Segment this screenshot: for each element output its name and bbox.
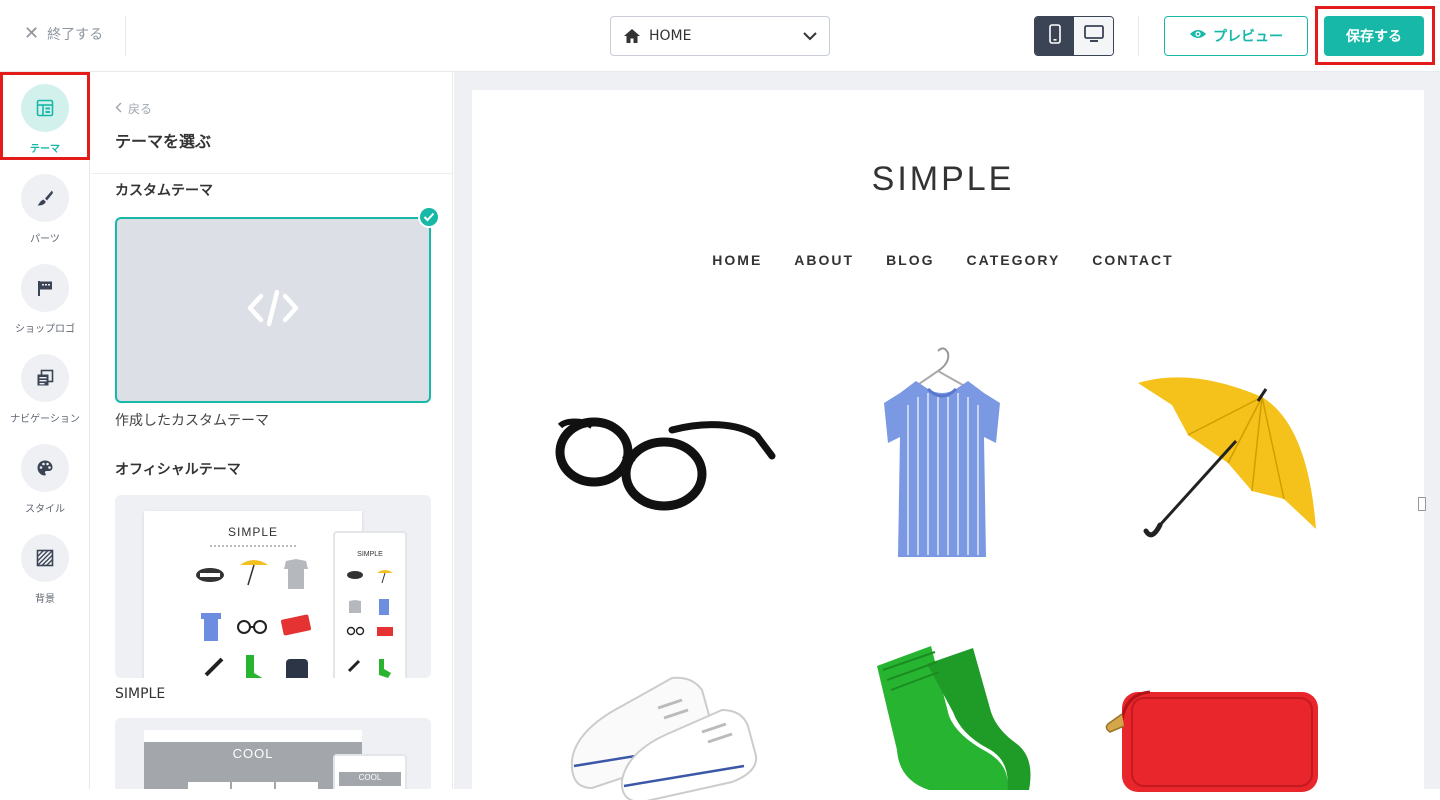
panel-title: テーマを選ぶ (115, 132, 212, 151)
theme-thumbnail-mobile: SIMPLE (333, 531, 407, 678)
save-button[interactable]: 保存する (1324, 16, 1424, 56)
divider (1138, 16, 1139, 56)
mobile-icon (1048, 24, 1061, 48)
product-sneakers[interactable] (562, 670, 772, 800)
thumbnail-title: COOL (358, 773, 382, 782)
theme-card-cool[interactable]: COOL COOL (115, 718, 431, 789)
thumbnail-title: SIMPLE (227, 525, 278, 539)
desktop-view-button[interactable] (1074, 17, 1113, 55)
site-nav-contact[interactable]: CONTACT (1092, 252, 1173, 268)
thumbnail-nav (210, 545, 296, 547)
brush-icon (21, 174, 69, 222)
product-wallet[interactable] (1102, 680, 1332, 795)
page-select[interactable]: HOME (610, 16, 830, 56)
close-icon: ✕ (24, 23, 40, 44)
code-icon (246, 288, 300, 332)
theme-thumbnail-desktop: SIMPLE (144, 511, 362, 678)
site-nav-category[interactable]: CATEGORY (967, 252, 1061, 268)
mobile-view-button[interactable] (1035, 17, 1074, 55)
product-glasses[interactable] (552, 400, 782, 520)
flag-icon (21, 264, 69, 312)
exit-button[interactable]: ✕ 終了する (24, 24, 103, 44)
rail-item-navigation[interactable]: ナビゲーション (0, 342, 90, 432)
selected-check-icon (418, 206, 440, 228)
theme-panel: 戻る テーマを選ぶ カスタムテーマ 作成したカスタムテーマ オフィシャルテーマ … (91, 72, 453, 789)
rail-item-parts[interactable]: パーツ (0, 162, 90, 252)
divider (125, 16, 126, 56)
thumbnail-products (188, 782, 318, 789)
eye-icon (1189, 28, 1207, 44)
rail-item-label: ショップロゴ (15, 324, 75, 335)
product-socks[interactable] (857, 640, 1037, 800)
preview-site: SIMPLE HOME ABOUT BLOG CATEGORY CONTACT (472, 90, 1424, 800)
thumbnail-title: SIMPLE (357, 551, 383, 558)
rail-item-style[interactable]: スタイル (0, 432, 90, 522)
thumbnail-title: COOL (232, 746, 274, 761)
divider (91, 173, 452, 174)
rail-item-label: パーツ (30, 234, 60, 245)
palette-icon (21, 444, 69, 492)
desktop-icon (1083, 25, 1104, 47)
page-select-value: HOME (649, 28, 692, 44)
site-nav-about[interactable]: ABOUT (794, 252, 854, 268)
site-nav-blog[interactable]: BLOG (886, 252, 934, 268)
pages-icon (21, 354, 69, 402)
custom-theme-card[interactable] (115, 217, 431, 403)
site-nav-home[interactable]: HOME (712, 252, 762, 268)
rail-item-label: 背景 (35, 594, 55, 605)
pattern-icon (21, 534, 69, 582)
editor-rail: テーマ パーツ ショップロゴ ナビゲーション スタイル 背景 (0, 72, 90, 789)
back-label: 戻る (128, 102, 153, 116)
product-blouse[interactable] (872, 345, 1012, 565)
theme-highlight (0, 72, 90, 160)
top-bar: ✕ 終了する HOME プレビュー 保存する (0, 0, 1440, 72)
home-icon (623, 28, 641, 44)
theme-thumbnail-desktop: COOL (144, 730, 362, 789)
site-nav: HOME ABOUT BLOG CATEGORY CONTACT (472, 252, 1414, 268)
site-title: SIMPLE (871, 160, 1015, 198)
theme-card-simple[interactable]: SIMPLE SIMPLE (115, 495, 431, 678)
preview-scroll-handle[interactable] (1418, 497, 1426, 511)
official-theme-heading: オフィシャルテーマ (115, 462, 241, 478)
chevron-down-icon (803, 31, 817, 41)
rail-item-background[interactable]: 背景 (0, 522, 90, 612)
custom-theme-name: 作成したカスタムテーマ (115, 413, 269, 429)
chevron-left-icon (115, 101, 122, 116)
back-link[interactable]: 戻る (115, 100, 152, 117)
preview-label: プレビュー (1213, 29, 1283, 45)
device-toggle (1034, 16, 1114, 56)
thumbnail-products (346, 570, 393, 678)
rail-item-shop-logo[interactable]: ショップロゴ (0, 252, 90, 342)
exit-label: 終了する (47, 27, 104, 43)
rail-item-label: スタイル (25, 504, 65, 515)
thumbnail-products (196, 559, 311, 678)
preview-button[interactable]: プレビュー (1164, 16, 1308, 56)
rail-item-label: ナビゲーション (10, 414, 80, 425)
theme-thumbnail-mobile: COOL (333, 754, 407, 789)
product-umbrella[interactable] (1132, 375, 1322, 545)
custom-theme-heading: カスタムテーマ (115, 183, 213, 199)
theme-name-simple: SIMPLE (115, 686, 166, 702)
